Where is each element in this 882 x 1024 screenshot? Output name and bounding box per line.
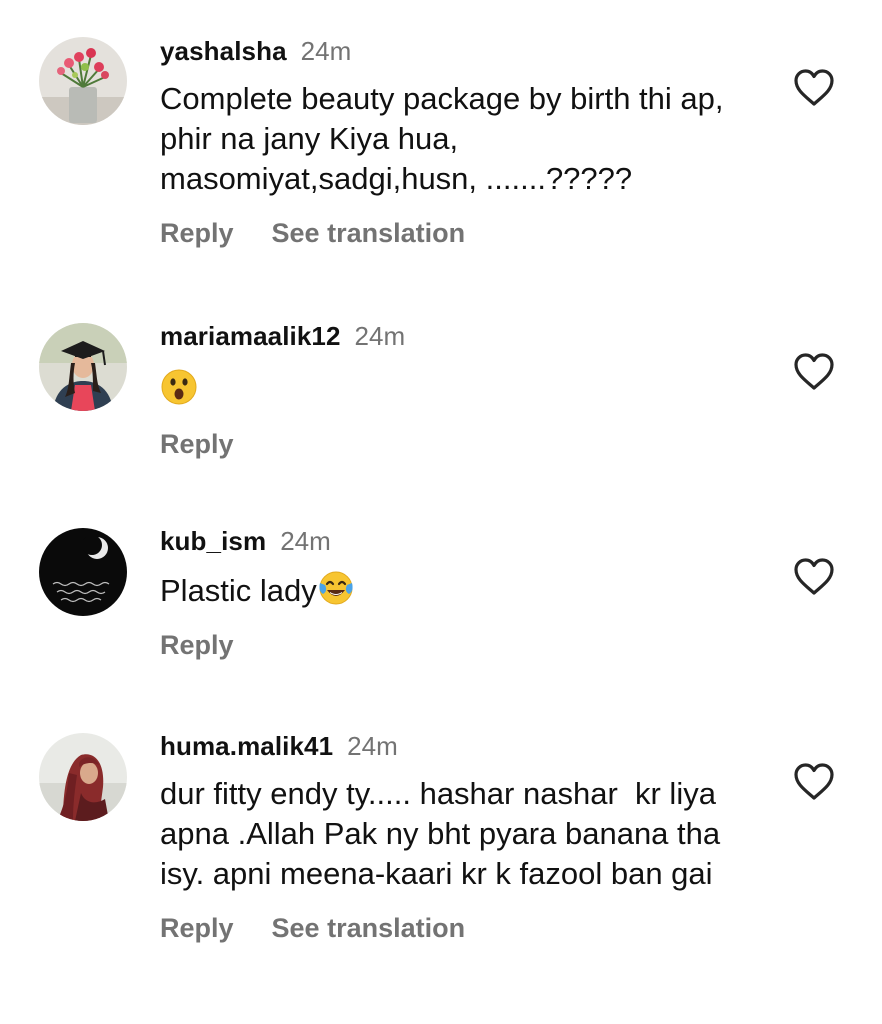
comment-meta: huma.malik41 24m: [160, 730, 760, 762]
crescent-moon-poetry-avatar-icon: [39, 528, 127, 616]
like-button[interactable]: [793, 68, 835, 108]
like-button[interactable]: [793, 352, 835, 392]
heart-outline-icon: [794, 69, 834, 106]
reply-button[interactable]: Reply: [160, 630, 234, 660]
avatar[interactable]: [39, 528, 127, 616]
comment-text-content: Plastic lady: [160, 573, 317, 608]
comment-body: huma.malik41 24m dur fitty endy ty..... h…: [160, 730, 760, 946]
username[interactable]: huma.malik41: [160, 731, 333, 761]
comment-body: yashalsha 24m Complete beauty package by …: [160, 35, 760, 251]
comment-text: [160, 364, 760, 410]
comment-text: Plastic lady: [160, 569, 760, 611]
comment-actions: Reply See translation: [160, 215, 760, 251]
timestamp[interactable]: 24m: [355, 321, 406, 351]
like-button[interactable]: [793, 762, 835, 802]
comment-text: Complete beauty package by birth thi ap,…: [160, 81, 724, 196]
avatar[interactable]: [39, 37, 127, 125]
astonished-face-emoji-icon: [161, 369, 197, 405]
comment-body: mariamaalik12 24m Reply: [160, 320, 760, 462]
comment-actions: Reply: [160, 426, 760, 462]
heart-outline-icon: [794, 763, 834, 800]
comment-meta: mariamaalik12 24m: [160, 320, 760, 352]
comment-text: dur fitty endy ty..... hashar nashar kr …: [160, 776, 729, 891]
reply-button[interactable]: Reply: [160, 218, 234, 248]
face-with-tears-of-joy-emoji-icon: [319, 571, 353, 605]
see-translation-button[interactable]: See translation: [272, 913, 466, 943]
avatar[interactable]: [39, 733, 127, 821]
comment-meta: yashalsha 24m: [160, 35, 760, 67]
like-button[interactable]: [793, 557, 835, 597]
heart-outline-icon: [794, 558, 834, 595]
timestamp[interactable]: 24m: [280, 526, 331, 556]
comment-body: kub_ism 24m Plastic lady Reply: [160, 525, 760, 663]
comment-meta: kub_ism 24m: [160, 525, 760, 557]
avatar[interactable]: [39, 323, 127, 411]
timestamp[interactable]: 24m: [347, 731, 398, 761]
reply-button[interactable]: Reply: [160, 429, 234, 459]
timestamp[interactable]: 24m: [301, 36, 352, 66]
comment-actions: Reply: [160, 627, 760, 663]
reply-button[interactable]: Reply: [160, 913, 234, 943]
graduate-girl-avatar-icon: [39, 323, 127, 411]
username[interactable]: mariamaalik12: [160, 321, 341, 351]
username[interactable]: kub_ism: [160, 526, 266, 556]
red-hair-woman-avatar-icon: [39, 733, 127, 821]
see-translation-button[interactable]: See translation: [272, 218, 466, 248]
heart-outline-icon: [794, 353, 834, 390]
comment-actions: Reply See translation: [160, 910, 760, 946]
username[interactable]: yashalsha: [160, 36, 287, 66]
flower-vase-avatar-icon: [39, 37, 127, 125]
